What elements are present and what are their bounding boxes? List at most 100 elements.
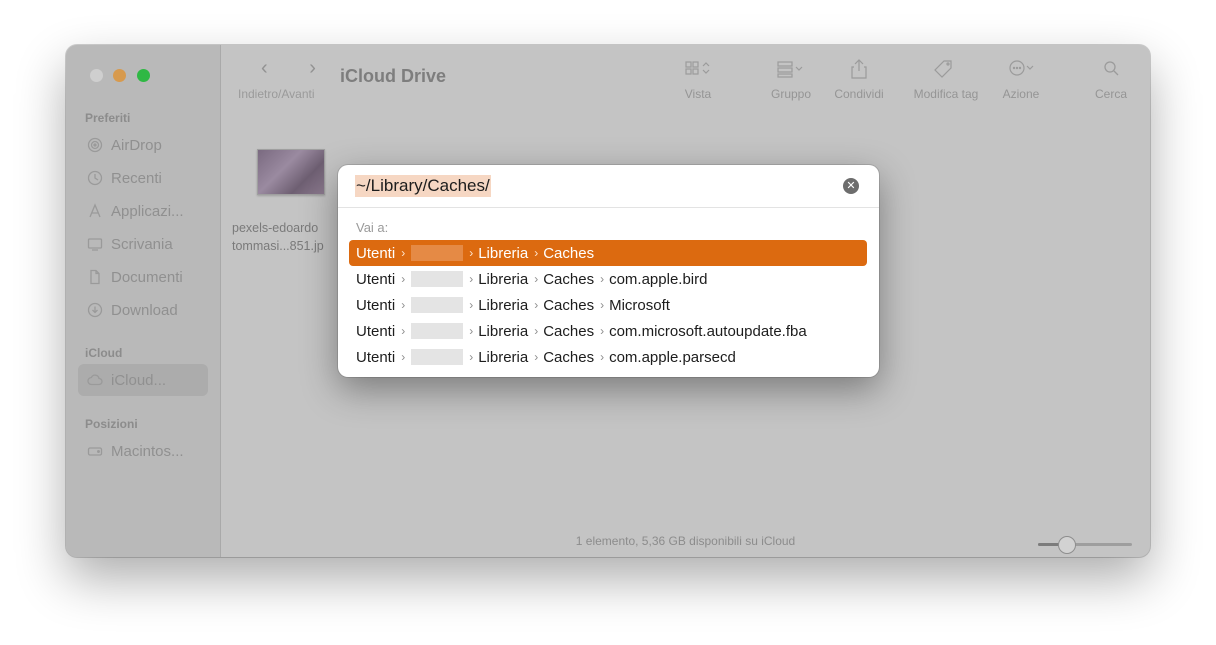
chevron-right-icon: › xyxy=(534,272,539,286)
share-icon xyxy=(851,59,867,79)
file-thumbnail[interactable] xyxy=(257,149,325,195)
path-segment: Utenti xyxy=(356,348,396,366)
toolbar: ‹ › Indietro/Avanti iCloud Drive Vista G… xyxy=(221,45,1150,109)
edit-tags-button[interactable]: Modifica tag xyxy=(903,59,989,101)
applications-icon xyxy=(89,203,101,218)
path-segment: Caches xyxy=(543,322,595,340)
sidebar-item-label: iCloud... xyxy=(111,371,167,389)
clear-icon[interactable]: ✕ xyxy=(843,178,859,194)
minimize-window-button[interactable] xyxy=(113,69,126,82)
view-button[interactable]: Vista xyxy=(672,59,724,101)
path-segment: Utenti xyxy=(356,244,396,262)
chevron-right-icon: › xyxy=(600,298,605,312)
path-segment: Libreria xyxy=(478,348,529,366)
close-window-button[interactable] xyxy=(90,69,103,82)
suggestion-row[interactable]: Utenti › › Libreria › Caches › com.apple.parsec… xyxy=(349,344,867,370)
sidebar: Preferiti AirDrop Recenti Applicazi... S… xyxy=(66,45,221,557)
share-button-label: Condividi xyxy=(834,87,884,101)
path-segment: Libreria xyxy=(478,244,529,262)
grid-view-icon xyxy=(685,61,710,75)
sidebar-item-label: Scrivania xyxy=(111,235,173,253)
sidebar-section-icloud: iCloud xyxy=(85,346,123,360)
path-segment: Libreria xyxy=(478,322,529,340)
action-button[interactable]: Azione xyxy=(993,59,1049,101)
path-segment: Utenti xyxy=(356,322,396,340)
icon-size-slider-knob[interactable] xyxy=(1057,536,1076,554)
sidebar-item-airdrop[interactable]: AirDrop xyxy=(78,129,208,161)
path-segment: Libreria xyxy=(478,296,529,314)
document-icon xyxy=(90,269,100,285)
back-forward-buttons[interactable]: ‹ › xyxy=(261,57,334,80)
chevron-right-icon: › xyxy=(469,246,474,260)
sidebar-item-label: AirDrop xyxy=(111,136,162,154)
back-forward-caption: Indietro/Avanti xyxy=(238,87,315,101)
file-name-line-1: pexels-edoardo xyxy=(232,221,319,235)
suggestion-row[interactable]: Utenti › › Libreria › Caches › com.microsoft.au… xyxy=(349,318,867,344)
sidebar-item-label: Applicazi... xyxy=(111,202,184,220)
go-to-folder-input[interactable]: ~/Library/Caches/ ✕ xyxy=(338,165,879,208)
tag-icon xyxy=(934,60,952,78)
sidebar-item-label: Macintos... xyxy=(111,442,184,460)
sidebar-item-macintosh-hd[interactable]: Macintos... xyxy=(78,435,208,467)
sidebar-section-favorites: Preferiti xyxy=(85,111,131,125)
chevron-right-icon: › xyxy=(469,298,474,312)
path-segment: com.apple.parsecd xyxy=(609,348,736,366)
redacted-username xyxy=(411,323,464,339)
sidebar-item-downloads[interactable]: Download xyxy=(78,294,208,326)
sidebar-item-documents[interactable]: Documenti xyxy=(78,261,208,293)
chevron-right-icon: › xyxy=(401,324,406,338)
path-segment: Caches xyxy=(543,270,595,288)
zoom-window-button[interactable] xyxy=(137,69,150,82)
file-name-line-2: tommasi...851.jp xyxy=(232,239,324,253)
sidebar-item-recents[interactable]: Recenti xyxy=(78,162,208,194)
icon-size-slider[interactable] xyxy=(1038,536,1132,554)
path-segment: com.microsoft.autoupdate.fba xyxy=(609,322,807,340)
path-segment: Utenti xyxy=(356,270,396,288)
disk-icon xyxy=(87,447,103,456)
go-to-folder-dialog: ~/Library/Caches/ ✕ Vai a: Utenti › › Libre… xyxy=(338,165,879,377)
sidebar-item-applications[interactable]: Applicazi... xyxy=(78,195,208,227)
airdrop-icon xyxy=(87,137,103,153)
sidebar-section-locations: Posizioni xyxy=(85,417,138,431)
chevron-right-icon: › xyxy=(534,324,539,338)
sidebar-item-desktop[interactable]: Scrivania xyxy=(78,228,208,260)
redacted-username xyxy=(411,297,464,313)
redacted-username xyxy=(411,349,464,365)
suggestion-list: Utenti › › Libreria › Caches Utenti › › Libreria… xyxy=(349,240,867,370)
download-icon xyxy=(87,302,103,318)
chevron-right-icon: › xyxy=(469,272,474,286)
sidebar-item-icloud-drive[interactable]: iCloud... xyxy=(78,364,208,396)
chevron-right-icon: › xyxy=(469,324,474,338)
desktop-icon xyxy=(87,238,103,251)
file-name[interactable]: pexels-edoardo tommasi...851.jp xyxy=(232,219,324,255)
chevron-right-icon: › xyxy=(534,246,539,260)
edit-tags-button-label: Modifica tag xyxy=(913,87,979,101)
search-icon xyxy=(1104,61,1119,76)
suggestion-row[interactable]: Utenti › › Libreria › Caches › Microsoft xyxy=(349,292,867,318)
suggestion-row[interactable]: Utenti › › Libreria › Caches › com.apple.bird xyxy=(349,266,867,292)
chevron-right-icon: › xyxy=(401,350,406,364)
group-button[interactable]: Gruppo xyxy=(763,59,819,101)
go-to-label: Vai a: xyxy=(356,220,389,235)
group-icon xyxy=(777,61,803,78)
chevron-right-icon: › xyxy=(469,350,474,364)
redacted-username xyxy=(411,271,464,287)
search-button[interactable]: Cerca xyxy=(1087,59,1135,101)
chevron-right-icon: › xyxy=(534,350,539,364)
group-button-label: Gruppo xyxy=(770,87,812,101)
ellipsis-circle-icon xyxy=(1009,60,1034,76)
status-text: 1 elemento, 5,36 GB disponibili su iClou… xyxy=(575,534,796,548)
path-segment: Caches xyxy=(543,296,595,314)
chevron-right-icon: › xyxy=(600,324,605,338)
redacted-username xyxy=(411,245,464,261)
path-segment: Libreria xyxy=(478,270,529,288)
search-button-label: Cerca xyxy=(1094,87,1127,101)
sidebar-item-label: Documenti xyxy=(111,268,183,286)
share-button[interactable]: Condividi xyxy=(827,59,891,101)
path-segment: Caches xyxy=(543,244,595,262)
chevron-right-icon: › xyxy=(401,272,406,286)
view-button-label: Vista xyxy=(684,87,712,101)
suggestion-row[interactable]: Utenti › › Libreria › Caches xyxy=(349,240,867,266)
window-title: iCloud Drive xyxy=(340,66,447,86)
chevron-right-icon: › xyxy=(534,298,539,312)
